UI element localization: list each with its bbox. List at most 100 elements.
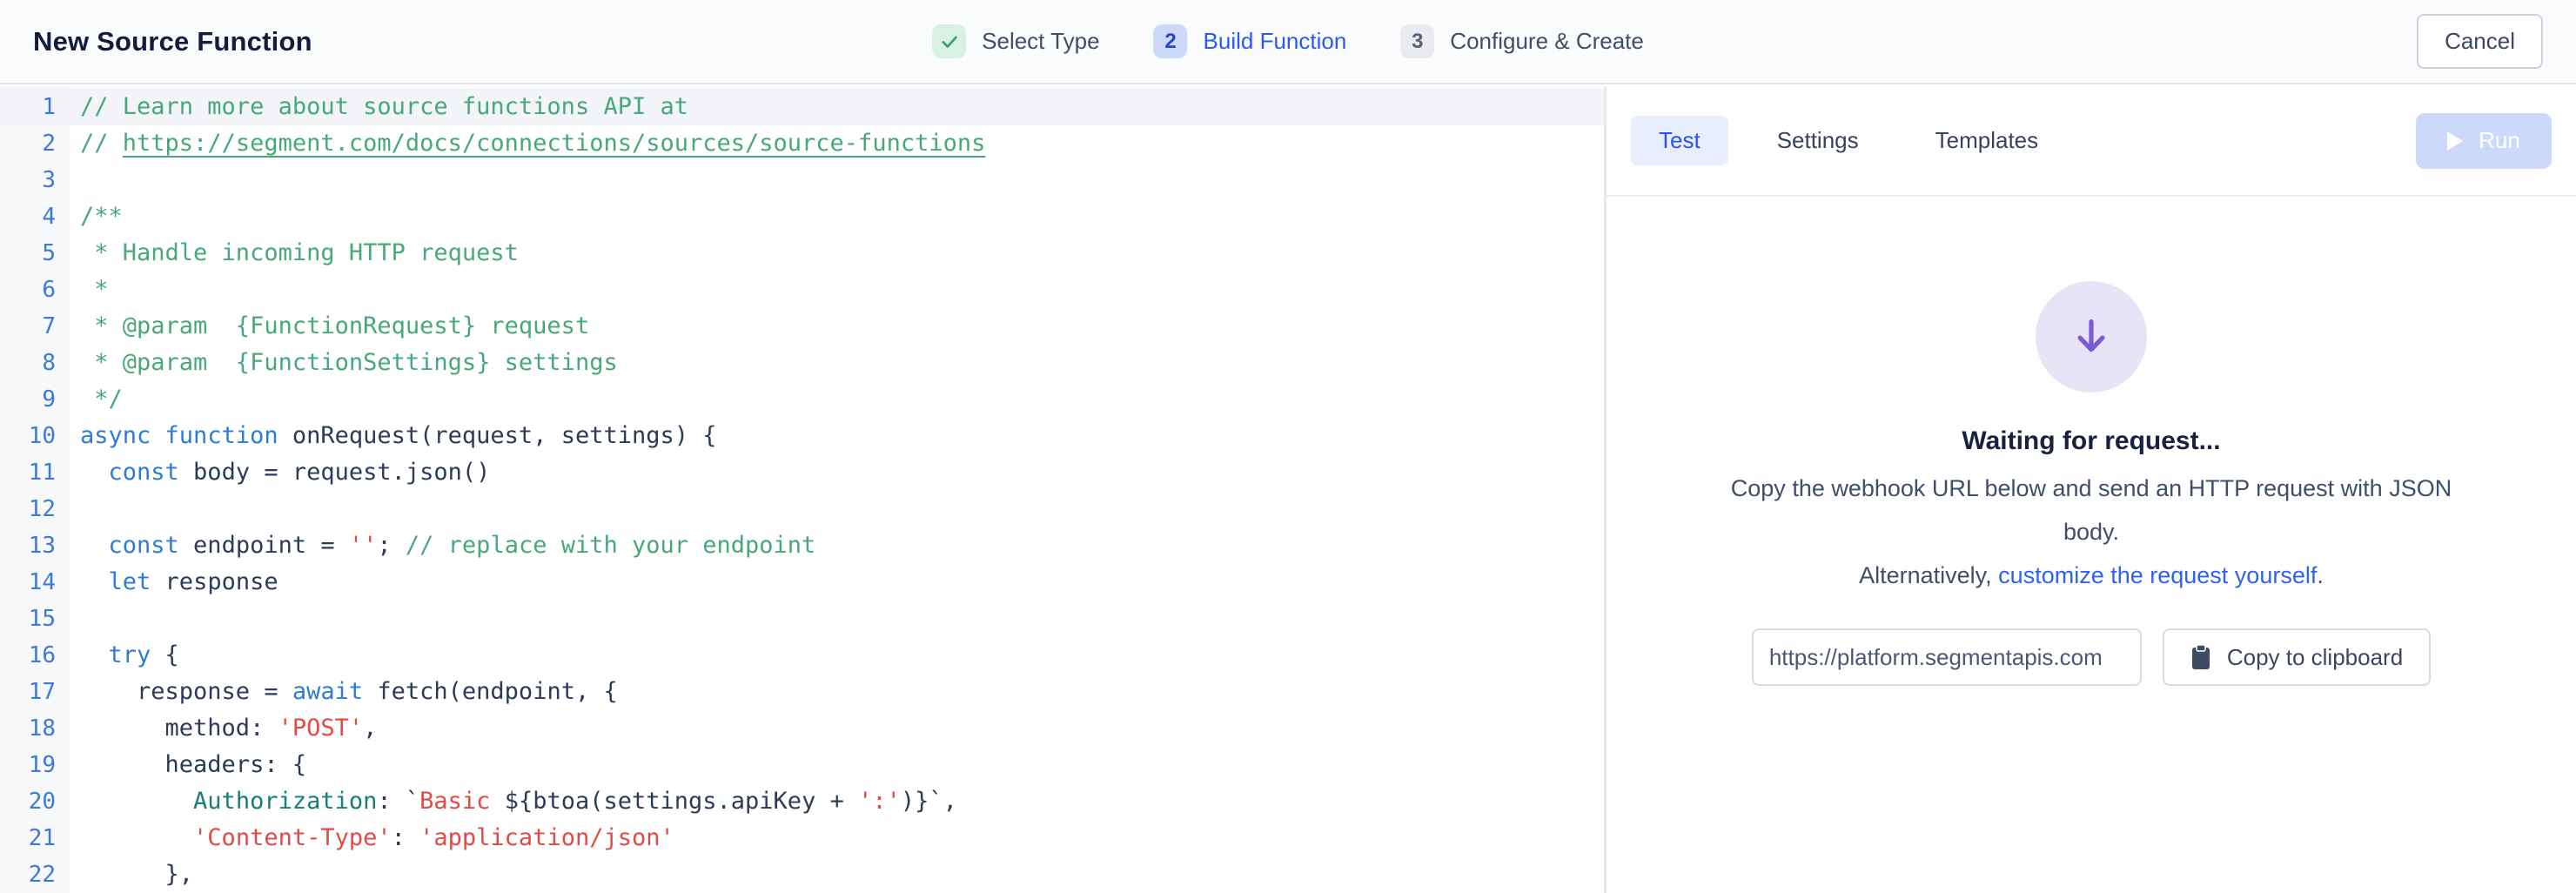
step-label: Configure & Create [1450, 28, 1644, 55]
code-token: )}`, [901, 788, 957, 815]
code-line-15: 15 [0, 601, 1604, 637]
code-token: '' [349, 532, 378, 559]
code-token: // replace with your endpoint [406, 532, 815, 559]
code-token: body = request.json() [179, 459, 491, 486]
code-token: try [109, 641, 151, 668]
header: New Source Function Select Type 2 Build … [0, 0, 2576, 84]
code-token: let [109, 568, 151, 595]
webhook-url-row: Copy to clipboard [1752, 628, 2431, 686]
run-button-label: Run [2479, 127, 2520, 154]
tab-test[interactable]: Test [1631, 116, 1728, 165]
step-done-check-icon [932, 24, 966, 58]
step-label: Build Function [1204, 28, 1347, 55]
line-number: 16 [0, 637, 56, 674]
copy-button-label: Copy to clipboard [2227, 644, 2403, 671]
alt-prefix: Alternatively, [1859, 562, 1998, 588]
code-line-9: 9 */ [0, 381, 1604, 418]
code-line-8: 8 * @param {FunctionSettings} settings [0, 345, 1604, 381]
code-token: ; [377, 532, 406, 559]
code-token: * @param {FunctionSettings} settings [80, 349, 618, 376]
line-number: 11 [0, 454, 56, 491]
code-token: }, [80, 861, 193, 888]
code-token: 'Content-Type' [193, 824, 392, 851]
step-select-type[interactable]: Select Type [932, 24, 1099, 58]
code-line-20: 20 Authorization: `Basic ${btoa(settings… [0, 783, 1604, 820]
code-line-18: 18 method: 'POST', [0, 710, 1604, 747]
line-number: 1 [0, 89, 56, 125]
line-number: 20 [0, 783, 56, 820]
line-number: 4 [0, 198, 56, 235]
code-token: : [392, 824, 420, 851]
code-token: method: [80, 715, 278, 742]
line-number: 17 [0, 674, 56, 710]
webhook-url-input[interactable] [1752, 628, 2142, 686]
play-icon [2447, 131, 2463, 151]
line-number: 14 [0, 564, 56, 601]
code-token: onRequest(request, settings) { [278, 422, 717, 449]
code-token [80, 568, 109, 595]
run-button[interactable]: Run [2416, 113, 2552, 169]
cancel-button[interactable]: Cancel [2417, 14, 2543, 69]
code-line-11: 11 const body = request.json() [0, 454, 1604, 491]
code-token: const [109, 532, 179, 559]
new-source-function-page: New Source Function Select Type 2 Build … [0, 0, 2576, 893]
line-number: 6 [0, 272, 56, 308]
code-line-12: 12 [0, 491, 1604, 527]
customize-request-link[interactable]: customize the request yourself [1998, 562, 2317, 588]
copy-to-clipboard-button[interactable]: Copy to clipboard [2163, 628, 2431, 686]
code-token: */ [80, 386, 123, 413]
code-token: // [80, 130, 123, 157]
line-number: 18 [0, 710, 56, 747]
code-token: headers: { [80, 751, 306, 778]
code-line-2: 2// https://segment.com/docs/connections… [0, 125, 1604, 162]
code-token: Authorization [193, 788, 377, 815]
code-token: endpoint = [179, 532, 349, 559]
code-line-21: 21 'Content-Type': 'application/json' [0, 820, 1604, 856]
line-number: 12 [0, 491, 56, 527]
tab-templates[interactable]: Templates [1908, 116, 2067, 165]
step-build-function[interactable]: 2 Build Function [1154, 24, 1347, 58]
code-token: function [165, 422, 278, 449]
code-token: // Learn more about source functions API… [80, 93, 688, 120]
code-token: 'POST' [278, 715, 364, 742]
line-number: 9 [0, 381, 56, 418]
line-number: 2 [0, 125, 56, 162]
code-token [80, 459, 109, 486]
code-line-1: 1 // Learn more about source functions AP… [0, 89, 1604, 125]
code-editor[interactable]: 1 // Learn more about source functions AP… [0, 86, 1604, 893]
code-line-10: 10async function onRequest(request, sett… [0, 418, 1604, 454]
line-number: 5 [0, 235, 56, 272]
waiting-description: Copy the webhook URL below and send an H… [1708, 467, 2474, 554]
test-panel: Test Settings Templates Run Waiting for … [1604, 86, 2576, 893]
step-label: Select Type [982, 28, 1099, 55]
code-token [80, 824, 193, 851]
line-number: 21 [0, 820, 56, 856]
code-token: response = [80, 678, 292, 705]
code-token: ${btoa(settings.apiKey + [505, 788, 858, 815]
step-number-badge: 2 [1154, 24, 1188, 58]
code-token: * @param {FunctionRequest} request [80, 312, 589, 339]
code-line-13: 13 const endpoint = ''; // replace with … [0, 527, 1604, 564]
code-token: ':' [858, 788, 901, 815]
tab-settings[interactable]: Settings [1749, 116, 1887, 165]
code-token [80, 532, 109, 559]
line-number: 8 [0, 345, 56, 381]
code-line-5: 5 * Handle incoming HTTP request [0, 235, 1604, 272]
code-token: * Handle incoming HTTP request [80, 239, 519, 266]
waiting-title: Waiting for request... [1962, 426, 2220, 456]
code-token: await [292, 678, 363, 705]
stepper: Select Type 2 Build Function 3 Configure… [932, 0, 1644, 83]
code-token: * [80, 276, 109, 303]
code-token: , [363, 715, 377, 742]
code-token: response [151, 568, 278, 595]
code-line-16: 16 try { [0, 637, 1604, 674]
line-number: 7 [0, 308, 56, 345]
line-number: 3 [0, 162, 56, 198]
waiting-section: Waiting for request... Copy the webhook … [1607, 197, 2576, 686]
code-token: fetch(endpoint, { [363, 678, 618, 705]
code-line-4: 4/** [0, 198, 1604, 235]
code-lines: 1 // Learn more about source functions AP… [0, 86, 1604, 893]
down-arrow-icon [2036, 281, 2147, 393]
line-number: 10 [0, 418, 56, 454]
step-configure-create[interactable]: 3 Configure & Create [1400, 24, 1644, 58]
